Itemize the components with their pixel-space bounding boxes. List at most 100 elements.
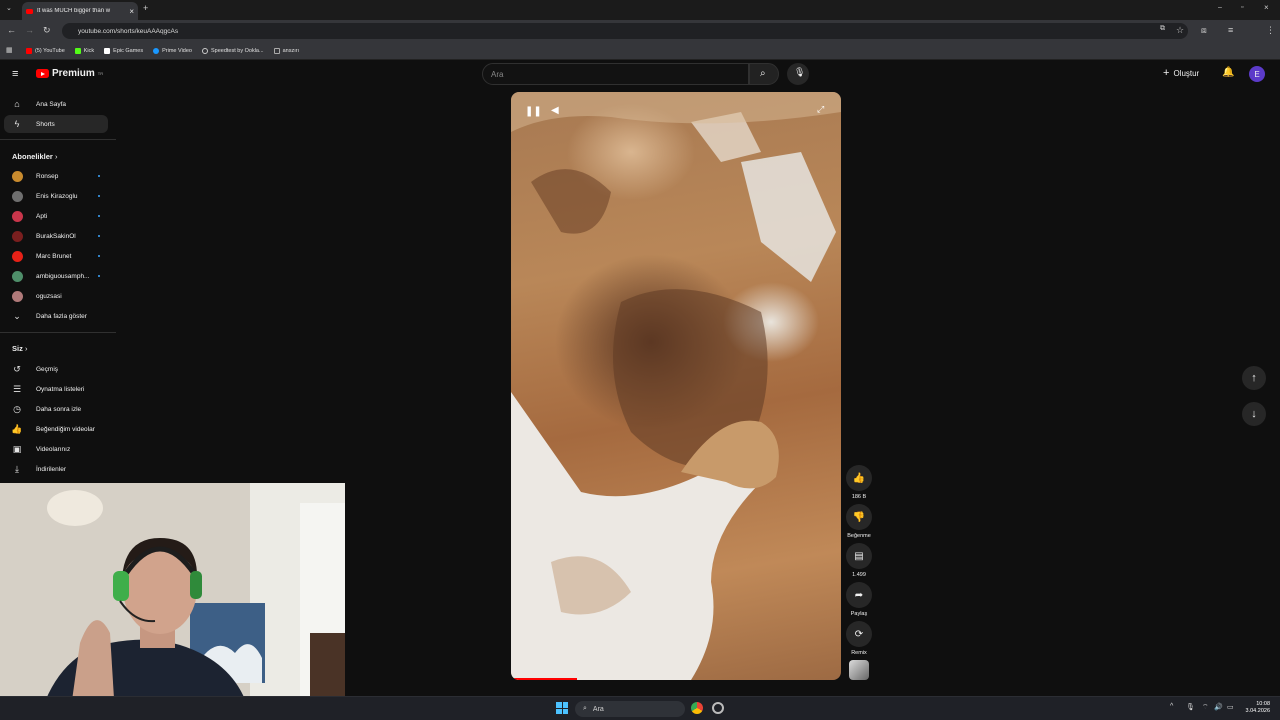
menu-icon[interactable]: ⋮ (1266, 25, 1275, 36)
apps-icon[interactable]: ▦ (6, 46, 13, 54)
epic-games-icon (104, 47, 111, 54)
maximize-icon[interactable]: ▫ (1241, 4, 1243, 11)
subscription-item[interactable]: Enis Kirazoglu (4, 187, 108, 205)
subscription-item[interactable]: oguzsasi (4, 287, 108, 305)
back-icon[interactable]: ← (7, 25, 16, 35)
sidebar-item-playlists[interactable]: ☰ Oynatma listeleri (4, 380, 108, 398)
browser-tab[interactable]: It was MUCH bigger than w × (22, 2, 138, 20)
new-content-dot (98, 195, 100, 197)
bookmark-epic-games[interactable]: Epic Games (104, 47, 143, 54)
dislike-button[interactable]: 👎 Beğenme (845, 504, 873, 539)
remix-button[interactable]: ⟳ Remix (845, 621, 873, 656)
home-icon: ⌂ (14, 99, 20, 109)
voice-search-button[interactable]: 🎙 (787, 63, 809, 85)
bookmark-speedtest[interactable]: Speedtest by Ookla... (201, 47, 264, 54)
battery-icon[interactable]: ▭ (1227, 703, 1234, 711)
volume-icon[interactable]: ◀ (551, 105, 559, 116)
you-header[interactable]: Siz › (12, 344, 27, 353)
account-avatar[interactable]: E (1249, 66, 1265, 82)
previous-short-button[interactable]: ↑ (1242, 366, 1266, 390)
fullscreen-icon[interactable]: ⤢ (817, 104, 824, 115)
hamburger-menu-icon[interactable]: ≡ (12, 68, 18, 80)
shorts-video-player[interactable]: ❚❚ ◀ ⤢ (511, 92, 841, 680)
video-progress-bar[interactable] (511, 678, 577, 680)
bookmark-youtube[interactable]: (5) YouTube (26, 47, 65, 54)
microphone-tray-icon[interactable]: 🎙 (1186, 703, 1195, 711)
your-videos-icon: ▣ (12, 443, 22, 454)
bookmark-prime-video[interactable]: Prime Video (153, 47, 192, 54)
notifications-bell-icon[interactable]: 🔔 (1222, 67, 1234, 78)
share-button[interactable]: ➦ Paylaş (845, 582, 873, 617)
search-button[interactable]: ⌕ (749, 63, 779, 85)
app-taskbar-icon[interactable] (712, 702, 724, 714)
windows-start-icon[interactable] (556, 702, 568, 714)
youtube-logo[interactable]: Premium TR (36, 68, 103, 79)
close-window-icon[interactable]: × (1264, 3, 1269, 12)
sidebar-item-shorts[interactable]: ϟ Shorts (4, 115, 108, 133)
channel-avatar (12, 230, 23, 242)
bookmarks-bar: ▦ (5) YouTube Kick Epic Games Prime Vide… (0, 42, 1280, 60)
webcam-image (0, 483, 345, 715)
plus-icon: + (1163, 67, 1170, 79)
sidebar-item-liked-videos[interactable]: 👍 Beğendiğim videolar (4, 420, 108, 438)
chrome-taskbar-icon[interactable] (691, 702, 703, 714)
sidebar-item-watch-later[interactable]: ◷ Daha sonra izle (4, 400, 108, 418)
reload-icon[interactable]: ↻ (43, 25, 51, 36)
new-tab-icon[interactable]: + (143, 3, 148, 13)
liked-icon: 👍 (11, 423, 23, 434)
browser-toolbar: ← → ↻ youtube.com/shorts/keuAAAqgcAs ⧉ ☆… (0, 20, 1280, 56)
show-more-button[interactable]: ⌄ Daha fazla göster (4, 307, 108, 325)
youtube-favicon-icon (26, 8, 33, 14)
channel-avatar (12, 210, 23, 222)
tray-expand-icon[interactable]: ^ (1170, 703, 1173, 710)
extensions-icon[interactable]: ⧈ (1201, 25, 1207, 36)
media-control-icon[interactable]: ≡ (1228, 25, 1233, 35)
thumbs-up-icon: 👍 (846, 465, 872, 491)
url-text: youtube.com/shorts/keuAAAqgcAs (78, 27, 179, 35)
sidebar-item-downloads[interactable]: ⤓ İndirilenler (4, 460, 108, 478)
subscription-item[interactable]: Apti (4, 207, 108, 225)
search-input[interactable]: Ara (482, 63, 749, 85)
youtube-header: ≡ Premium TR Ara ⌕ 🎙 + Oluştur 🔔 E (0, 60, 1280, 90)
windows-taskbar: ⌕ Ara ^ 🎙 ⌔ 🔊 ▭ 10:08 3.04.2026 (0, 696, 1280, 720)
sidebar-item-your-videos[interactable]: ▣ Videolarınız (4, 440, 108, 458)
comments-button[interactable]: ▤ 1.499 (845, 543, 873, 578)
remix-label: Remix (851, 650, 867, 656)
like-button[interactable]: 👍 186 B (845, 465, 873, 500)
subscription-item[interactable]: BurakSakinOl (4, 227, 108, 245)
browser-tab-strip: ⌄ It was MUCH bigger than w × + – ▫ × (0, 0, 1280, 20)
address-bar[interactable]: youtube.com/shorts/keuAAAqgcAs (62, 23, 1188, 39)
webcam-overlay (0, 483, 345, 715)
subscription-item[interactable]: Marc Brunet (4, 247, 108, 265)
youtube-icon (26, 47, 32, 54)
close-tab-icon[interactable]: × (129, 7, 134, 16)
youtube-play-icon (36, 69, 49, 78)
sound-thumbnail[interactable] (849, 660, 869, 680)
wifi-icon[interactable]: ⌔ (1202, 703, 1209, 712)
new-content-dot (98, 215, 100, 217)
next-short-button[interactable]: ↓ (1242, 402, 1266, 426)
forward-icon[interactable]: → (25, 25, 34, 35)
pause-icon[interactable]: ❚❚ (525, 106, 542, 117)
bookmark-folder[interactable]: anszırı (273, 47, 299, 54)
search-icon: ⌕ (583, 705, 587, 712)
volume-tray-icon[interactable]: 🔊 (1214, 703, 1223, 711)
new-content-dot (98, 175, 100, 177)
system-clock[interactable]: 10:08 3.04.2026 (1246, 701, 1270, 715)
channel-avatar (12, 250, 23, 262)
subscription-item[interactable]: ambiguousamph... (4, 267, 108, 285)
sidebar-item-history[interactable]: ↺ Geçmiş (4, 360, 108, 378)
bookmark-star-icon[interactable]: ☆ (1176, 25, 1184, 36)
subscription-item[interactable]: Ronsep (4, 167, 108, 185)
subscriptions-header[interactable]: Abonelikler › (12, 152, 57, 161)
minimize-icon[interactable]: – (1218, 4, 1222, 11)
taskbar-search[interactable]: ⌕ Ara (575, 701, 685, 717)
sidebar: ⌂ Ana Sayfa ϟ Shorts Abonelikler › Ronsep … (0, 92, 116, 482)
share-label: Paylaş (850, 611, 868, 617)
bookmark-kick[interactable]: Kick (74, 47, 94, 54)
install-icon[interactable]: ⧉ (1160, 25, 1165, 33)
sidebar-item-home[interactable]: ⌂ Ana Sayfa (4, 95, 108, 113)
create-button[interactable]: + Oluştur (1163, 67, 1199, 79)
channel-avatar (12, 190, 23, 202)
tab-search-icon[interactable]: ⌄ (6, 4, 12, 12)
